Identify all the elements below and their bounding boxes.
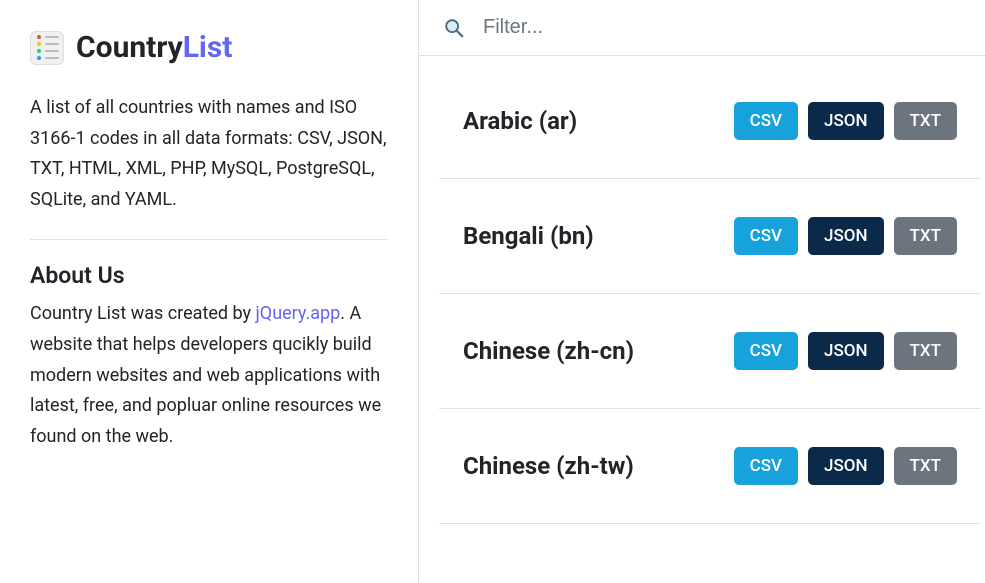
download-buttons: CSV JSON TXT (734, 102, 957, 140)
main-content: Arabic (ar) CSV JSON TXT Bengali (bn) CS… (418, 0, 985, 583)
list-item: Bengali (bn) CSV JSON TXT (439, 179, 981, 294)
json-button[interactable]: JSON (808, 447, 884, 485)
sidebar-description: A list of all countries with names and I… (30, 93, 388, 215)
brand-title-part2: List (183, 30, 233, 65)
brand: CountryList (30, 30, 388, 65)
json-button[interactable]: JSON (808, 102, 884, 140)
language-name: Chinese (zh-tw) (463, 452, 634, 480)
about-heading: About Us (30, 262, 388, 289)
language-name: Arabic (ar) (463, 107, 577, 135)
list-item: Chinese (zh-cn) CSV JSON TXT (439, 294, 981, 409)
language-name: Chinese (zh-cn) (463, 337, 634, 365)
filter-bar (419, 0, 985, 56)
csv-button[interactable]: CSV (734, 447, 798, 485)
sidebar: CountryList A list of all countries with… (0, 0, 418, 583)
divider (30, 239, 388, 240)
json-button[interactable]: JSON (808, 217, 884, 255)
csv-button[interactable]: CSV (734, 332, 798, 370)
csv-button[interactable]: CSV (734, 102, 798, 140)
language-name: Bengali (bn) (463, 222, 594, 250)
list-item: Arabic (ar) CSV JSON TXT (439, 56, 981, 179)
brand-title-part1: Country (76, 30, 183, 65)
download-buttons: CSV JSON TXT (734, 447, 957, 485)
brand-title: CountryList (76, 30, 232, 65)
download-buttons: CSV JSON TXT (734, 332, 957, 370)
json-button[interactable]: JSON (808, 332, 884, 370)
language-list: Arabic (ar) CSV JSON TXT Bengali (bn) CS… (419, 56, 985, 583)
txt-button[interactable]: TXT (894, 217, 957, 255)
about-suffix: . A website that helps developers qucikl… (30, 303, 381, 446)
search-icon (443, 17, 465, 39)
txt-button[interactable]: TXT (894, 102, 957, 140)
download-buttons: CSV JSON TXT (734, 217, 957, 255)
list-app-icon (30, 31, 64, 65)
about-text: Country List was created by jQuery.app. … (30, 299, 388, 452)
list-item: Chinese (zh-tw) CSV JSON TXT (439, 409, 981, 524)
txt-button[interactable]: TXT (894, 332, 957, 370)
csv-button[interactable]: CSV (734, 217, 798, 255)
about-prefix: Country List was created by (30, 303, 256, 324)
txt-button[interactable]: TXT (894, 447, 957, 485)
filter-input[interactable] (483, 16, 961, 39)
jquery-app-link[interactable]: jQuery.app (256, 303, 341, 324)
